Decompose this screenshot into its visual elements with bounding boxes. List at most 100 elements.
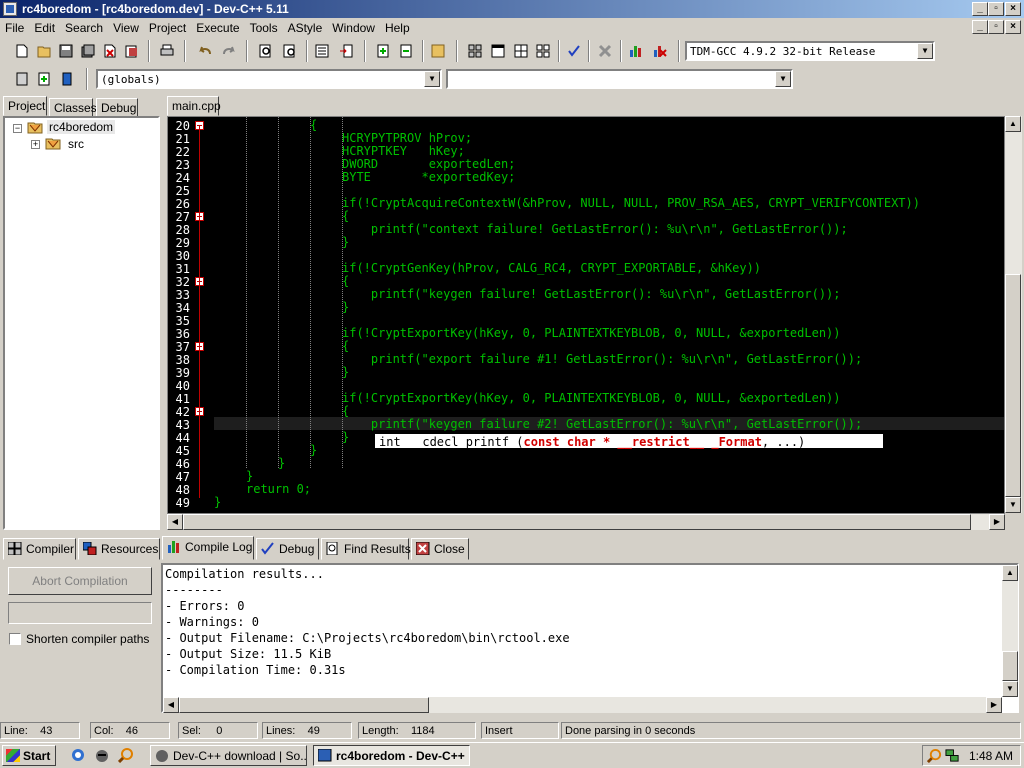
abort-compilation-button[interactable]: Abort Compilation (8, 567, 152, 595)
menu-window[interactable]: Window (327, 19, 380, 35)
menu-execute[interactable]: Execute (191, 19, 244, 35)
rebuild-all-button[interactable] (533, 41, 553, 61)
scroll-thumb[interactable] (183, 514, 971, 530)
print-button[interactable] (157, 41, 177, 61)
shorten-paths-checkbox[interactable] (9, 633, 21, 645)
toggle-bookmark-button[interactable] (34, 69, 54, 89)
project-options-button[interactable] (428, 41, 448, 61)
scroll-down-icon[interactable]: ▼ (1005, 497, 1021, 513)
menu-astyle[interactable]: AStyle (283, 19, 328, 35)
scroll-thumb[interactable] (179, 697, 429, 713)
mdi-restore-button[interactable]: ▫ (988, 20, 1004, 34)
expand-icon[interactable]: + (31, 140, 40, 149)
tree-item-project[interactable]: rc4boredom (47, 120, 116, 134)
scroll-right-icon[interactable]: ▶ (986, 697, 1002, 713)
profile-button[interactable] (626, 41, 646, 61)
raccoon-quicklaunch-icon[interactable] (94, 747, 110, 763)
log-vertical-scrollbar[interactable]: ▲ ▼ (1002, 565, 1018, 697)
stop-execution-button[interactable] (595, 41, 615, 61)
close-button[interactable]: × (1005, 2, 1021, 16)
scroll-thumb[interactable] (1002, 651, 1018, 681)
tab-debug[interactable]: Debug (256, 538, 319, 560)
add-to-project-button[interactable] (373, 41, 393, 61)
insert-button[interactable] (12, 69, 32, 89)
scroll-left-icon[interactable]: ◀ (163, 697, 179, 713)
save-all-button[interactable] (78, 41, 98, 61)
search-tray-icon[interactable] (927, 748, 942, 763)
menu-view[interactable]: View (108, 19, 144, 35)
line-number: 37 (175, 340, 190, 354)
undo-button[interactable] (195, 41, 215, 61)
tab-resources[interactable]: Resources (78, 538, 160, 560)
ie-quicklaunch-icon[interactable] (70, 747, 86, 763)
delete-profile-button[interactable] (650, 41, 670, 61)
tab-classes[interactable]: Classes (49, 98, 97, 117)
menu-file[interactable]: File (0, 19, 29, 35)
compile-log-output[interactable]: Compilation results... -------- - Errors: … (161, 563, 1019, 713)
compile-run-button[interactable] (511, 41, 531, 61)
minimize-button[interactable]: _ (972, 2, 988, 16)
compile-button[interactable] (465, 41, 485, 61)
tab-find-results[interactable]: Find Results (321, 538, 411, 560)
menu-search[interactable]: Search (60, 19, 108, 35)
menu-help[interactable]: Help (380, 19, 415, 35)
scroll-up-icon[interactable]: ▲ (1005, 116, 1021, 132)
redo-button[interactable] (219, 41, 239, 61)
new-file-button[interactable] (12, 41, 32, 61)
project-tree[interactable]: − rc4boredom + src (3, 116, 160, 530)
scroll-thumb[interactable] (1005, 274, 1021, 497)
chevron-down-icon[interactable]: ▼ (917, 43, 933, 59)
toolbar-separator (306, 40, 308, 62)
log-horizontal-scrollbar[interactable]: ◀ ▶ (163, 697, 1002, 713)
search-quicklaunch-icon[interactable] (118, 747, 134, 763)
scroll-left-icon[interactable]: ◀ (167, 514, 183, 530)
remove-from-project-button[interactable] (396, 41, 416, 61)
tab-debug-left[interactable]: Debug (96, 98, 138, 117)
syntax-check-button[interactable] (564, 41, 584, 61)
start-button[interactable]: Start (2, 745, 56, 766)
taskbar-item-devcpp[interactable]: rc4boredom - Dev-C++ (313, 745, 470, 766)
scroll-down-icon[interactable]: ▼ (1002, 681, 1018, 697)
mdi-close-button[interactable]: × (1005, 20, 1021, 34)
tab-compiler[interactable]: Compiler (3, 538, 76, 560)
compiler-select[interactable]: TDM-GCC 4.9.2 32-bit Release ▼ (685, 41, 935, 61)
line-number: 28 (175, 223, 190, 237)
mdi-minimize-button[interactable]: _ (972, 20, 988, 34)
replace-button[interactable] (280, 41, 300, 61)
editor-vertical-scrollbar[interactable]: ▲ ▼ (1005, 116, 1022, 513)
chevron-down-icon[interactable]: ▼ (775, 71, 791, 87)
taskbar-item-browser[interactable]: Dev-C++ download | So... (150, 745, 307, 766)
scroll-right-icon[interactable]: ▶ (989, 514, 1005, 530)
tab-compile-log[interactable]: Compile Log (162, 536, 254, 560)
collapse-icon[interactable]: − (13, 124, 22, 133)
network-tray-icon[interactable] (945, 748, 960, 763)
goto-bookmark-button[interactable] (57, 69, 77, 89)
menu-tools[interactable]: Tools (245, 19, 283, 35)
goto-line-button[interactable] (312, 41, 332, 61)
menu-project[interactable]: Project (144, 19, 191, 35)
code-line: } (342, 365, 350, 379)
tree-item-src[interactable]: src (68, 137, 84, 151)
title-bar[interactable]: rc4boredom - [rc4boredom.dev] - Dev-C++ … (0, 0, 1024, 18)
system-tray: 1:48 AM (922, 745, 1021, 766)
open-file-button[interactable] (34, 41, 54, 61)
function-select[interactable]: ▼ (446, 69, 793, 89)
editor-horizontal-scrollbar[interactable]: ◀ ▶ (167, 514, 1005, 530)
tab-project[interactable]: Project (3, 96, 47, 116)
maximize-button[interactable]: ▫ (988, 2, 1004, 16)
scroll-up-icon[interactable]: ▲ (1002, 565, 1018, 581)
close-all-button[interactable] (122, 41, 142, 61)
tab-close[interactable]: Close (411, 538, 469, 560)
compile-icon (468, 44, 482, 58)
save-button[interactable] (56, 41, 76, 61)
log-line: Compilation results... (165, 567, 324, 581)
run-button[interactable] (488, 41, 508, 61)
chevron-down-icon[interactable]: ▼ (424, 71, 440, 87)
find-button[interactable] (256, 41, 276, 61)
tab-main-cpp[interactable]: main.cpp (167, 96, 221, 116)
goto-function-button[interactable] (336, 41, 356, 61)
close-file-button[interactable] (100, 41, 120, 61)
scope-select[interactable]: (globals) ▼ (96, 69, 442, 89)
code-editor[interactable]: 20 21 22 23 24 25 26 27 28 29 30 31 32 33 34 35 36 37 38 39… (167, 116, 1005, 514)
menu-edit[interactable]: Edit (29, 19, 60, 35)
